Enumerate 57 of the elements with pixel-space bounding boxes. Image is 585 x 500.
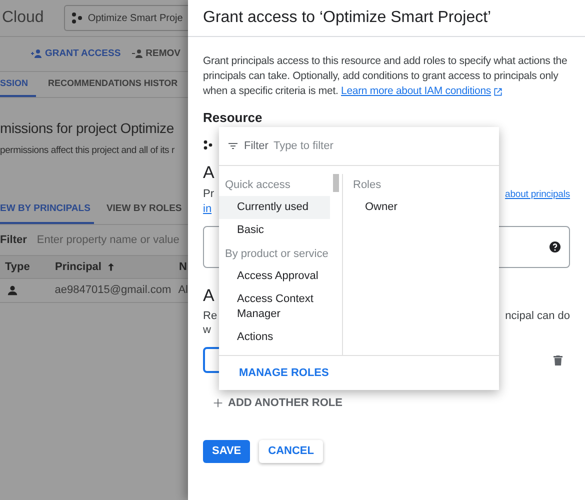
external-link-icon bbox=[493, 86, 504, 96]
filter-input[interactable]: Enter property name or value bbox=[36, 232, 188, 248]
hub-icon bbox=[70, 12, 83, 24]
add-another-role-button[interactable]: ADD ANOTHER ROLE bbox=[213, 395, 342, 412]
scrollbar-thumb[interactable] bbox=[333, 174, 339, 192]
help-icon bbox=[549, 241, 561, 253]
sort-up-icon bbox=[106, 261, 116, 273]
cancel-button[interactable]: CANCEL bbox=[259, 440, 323, 462]
menu-group-heading: By product or service bbox=[225, 247, 328, 262]
menu-item[interactable]: Access Context Manager bbox=[219, 288, 330, 326]
role-filter-input[interactable]: Type to filter bbox=[273, 138, 499, 154]
menu-item[interactable]: Owner bbox=[365, 196, 398, 219]
panel-title: Grant access to ‘Optimize Smart Project’ bbox=[188, 0, 585, 37]
section-text: w bbox=[203, 323, 211, 337]
column-header[interactable]: N bbox=[179, 258, 187, 276]
section-text: Re bbox=[203, 309, 218, 323]
brand-name: Cloud bbox=[1, 8, 44, 28]
add-person-icon bbox=[30, 48, 43, 60]
page-subtitle: permissions affect this project and all of its r bbox=[0, 144, 174, 157]
panel-description: Grant principals access to this resource and add roles to specify what actions the principals can take. Optionally, add conditions to grant access to principals only when a specific criteria is met. Learn more about IAM conditions bbox=[203, 54, 568, 99]
remove-button[interactable]: REMOV bbox=[130, 46, 180, 62]
save-button[interactable]: SAVE bbox=[203, 440, 250, 462]
person-icon bbox=[7, 285, 18, 296]
filter-label: Filter bbox=[244, 138, 268, 154]
principals-link[interactable]: about principals bbox=[505, 188, 570, 202]
grant-access-button[interactable]: GRANT ACCESS bbox=[30, 46, 121, 62]
column-header[interactable]: Type bbox=[0, 258, 55, 276]
hub-icon bbox=[203, 139, 213, 151]
view-tab[interactable]: VIEW BY ROLES bbox=[106, 197, 182, 224]
resource-label: Resource bbox=[203, 110, 262, 126]
section-heading: A bbox=[203, 285, 214, 307]
trash-icon bbox=[552, 354, 564, 366]
section-text: Pr bbox=[203, 187, 214, 201]
tab[interactable]: SSION bbox=[0, 72, 36, 97]
section-heading: A bbox=[203, 162, 214, 184]
principals-link[interactable]: in bbox=[203, 202, 212, 216]
column-header[interactable]: Principal bbox=[55, 258, 179, 276]
view-tab[interactable]: EW BY PRINCIPALS bbox=[0, 197, 94, 224]
plus-icon bbox=[213, 398, 223, 408]
menu-group-heading: Quick access bbox=[225, 178, 290, 193]
remove-person-icon bbox=[130, 48, 144, 60]
table-cell-text: Al bbox=[178, 283, 188, 298]
table-cell-text: ae9847015@gmail.com bbox=[54, 283, 172, 298]
tab[interactable]: RECOMMENDATIONS HISTOR bbox=[48, 72, 178, 97]
menu-item[interactable]: Basic bbox=[219, 219, 330, 242]
section-text: ncipal can do bbox=[505, 309, 570, 323]
menu-group-heading: Roles bbox=[353, 178, 382, 193]
page-heading: missions for project Optimize bbox=[0, 119, 174, 138]
menu-item[interactable]: Currently used bbox=[219, 196, 330, 219]
manage-roles-button[interactable]: MANAGE ROLES bbox=[234, 360, 334, 386]
menu-item[interactable]: Actions bbox=[219, 326, 330, 349]
menu-item[interactable]: Access Approval bbox=[219, 265, 330, 288]
project-selector[interactable]: Optimize Smart Proje bbox=[64, 5, 188, 31]
learn-more-link[interactable]: Learn more about IAM conditions bbox=[341, 84, 504, 99]
filter-label: Filter bbox=[0, 232, 27, 248]
filter-icon bbox=[227, 140, 239, 152]
delete-button[interactable] bbox=[552, 354, 564, 366]
